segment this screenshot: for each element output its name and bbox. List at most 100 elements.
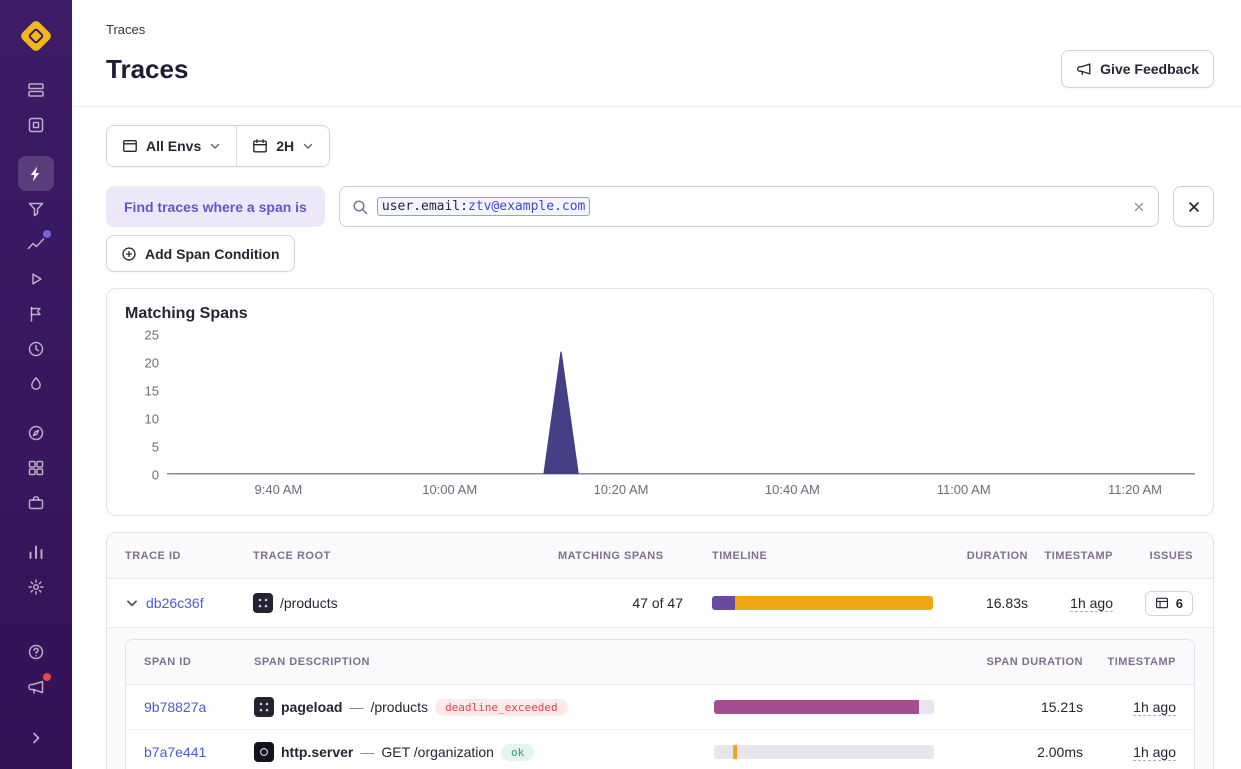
span-op: http.server	[281, 744, 353, 760]
environment-filter[interactable]: All Envs	[107, 126, 236, 166]
explore-traces-icon[interactable]	[18, 156, 54, 191]
find-traces-pill: Find traces where a span is	[106, 186, 325, 227]
archive-icon[interactable]	[18, 485, 54, 520]
separator: —	[349, 699, 363, 715]
span-row: 9b78827a pageload — /products deadline_e…	[126, 685, 1194, 730]
crons-icon[interactable]	[18, 331, 54, 366]
span-timeline-bar	[714, 700, 934, 714]
span-description: /products	[370, 699, 428, 715]
whats-new-alert-dot	[43, 673, 51, 681]
col-duration: DURATION	[933, 550, 1028, 562]
col-span-description: SPAN DESCRIPTION	[254, 656, 714, 668]
chart-x-axis: 9:40 AM10:00 AM10:20 AM10:40 AM11:00 AM1…	[167, 475, 1195, 501]
filter-bar: All Envs 2H	[106, 125, 330, 167]
search-icon	[352, 199, 368, 215]
window-icon	[122, 138, 138, 154]
help-icon[interactable]	[18, 634, 54, 669]
span-timeline-bar	[714, 745, 934, 759]
span-table: SPAN ID SPAN DESCRIPTION SPAN DURATION T…	[125, 639, 1195, 769]
integrations-icon[interactable]	[18, 415, 54, 450]
breadcrumb[interactable]: Traces	[106, 22, 1214, 37]
trace-timestamp[interactable]: 1h ago	[1070, 595, 1113, 612]
date-range-filter-label: 2H	[276, 138, 294, 154]
chart-title: Matching Spans	[125, 305, 1195, 323]
platform-icon	[254, 742, 274, 762]
span-op: pageload	[281, 699, 342, 715]
chevron-down-icon	[209, 140, 221, 152]
plus-circle-icon	[121, 246, 137, 262]
remove-condition-button[interactable]	[1173, 186, 1214, 227]
matching-spans-chart: 0510152025	[125, 335, 1195, 475]
chevron-down-icon	[302, 140, 314, 152]
col-span-duration: SPAN DURATION	[944, 656, 1083, 668]
sentry-logo[interactable]	[18, 18, 54, 54]
date-range-filter[interactable]: 2H	[236, 126, 329, 166]
metrics-icon[interactable]	[18, 226, 54, 261]
chart-area-svg	[167, 335, 1195, 474]
matching-spans-panel: Matching Spans 0510152025 9:40 AM10:00 A…	[106, 288, 1214, 516]
traces-table-header: TRACE ID TRACE ROOT MATCHING SPANS TIMEL…	[107, 533, 1213, 579]
main-content: Traces Traces Give Feedback All Envs	[72, 0, 1241, 769]
col-matching-spans: MATCHING SPANS	[558, 550, 683, 562]
search-token-value: ztv@example.com	[468, 199, 585, 214]
span-status-badge: ok	[501, 744, 534, 761]
platform-icon	[254, 697, 274, 717]
chart-plot-area	[167, 335, 1195, 475]
search-token-key: user.email:	[382, 199, 468, 214]
replays-icon[interactable]	[18, 261, 54, 296]
give-feedback-button[interactable]: Give Feedback	[1061, 50, 1214, 88]
profiling-icon[interactable]	[18, 366, 54, 401]
span-query-row: Find traces where a span is user.email:z…	[106, 186, 1214, 227]
span-status-badge: deadline_exceeded	[435, 699, 568, 716]
issues-icon[interactable]	[18, 72, 54, 107]
settings-icon[interactable]	[18, 569, 54, 604]
add-span-condition-label: Add Span Condition	[145, 246, 280, 262]
matching-spans-count: 47 of 47	[558, 595, 683, 611]
trace-issues-count: 6	[1176, 596, 1183, 611]
collapse-row-chevron-icon[interactable]	[125, 596, 139, 610]
trace-root-name: /products	[280, 595, 338, 611]
span-duration: 2.00ms	[944, 744, 1083, 760]
collapse-sidebar-icon[interactable]	[18, 720, 54, 755]
col-issues: ISSUES	[1113, 550, 1193, 562]
col-span-id: SPAN ID	[144, 656, 254, 668]
span-duration: 15.21s	[944, 699, 1083, 715]
platform-icon	[253, 593, 273, 613]
span-row: b7a7e441 http.server — GET /organization…	[126, 730, 1194, 769]
megaphone-icon	[1076, 61, 1092, 77]
sidebar	[0, 0, 72, 769]
trace-expanded-area: SPAN ID SPAN DESCRIPTION SPAN DURATION T…	[107, 627, 1213, 769]
page-header: Traces Traces Give Feedback	[72, 0, 1241, 107]
span-id-link[interactable]: 9b78827a	[144, 699, 206, 715]
projects-icon[interactable]	[18, 107, 54, 142]
separator: —	[360, 744, 374, 760]
span-search-input[interactable]: user.email:ztv@example.com	[339, 186, 1159, 227]
col-timestamp: TIMESTAMP	[1028, 550, 1113, 562]
dashboards-icon[interactable]	[18, 450, 54, 485]
clear-search-icon[interactable]	[1132, 200, 1146, 214]
span-timestamp[interactable]: 1h ago	[1133, 744, 1176, 761]
trace-id-link[interactable]: db26c36f	[146, 595, 204, 611]
chart-y-axis: 0510152025	[125, 335, 159, 475]
give-feedback-label: Give Feedback	[1100, 61, 1199, 77]
search-token[interactable]: user.email:ztv@example.com	[377, 197, 591, 216]
stats-icon[interactable]	[18, 534, 54, 569]
span-description: GET /organization	[381, 744, 494, 760]
add-span-condition-button[interactable]: Add Span Condition	[106, 235, 295, 272]
trace-row: db26c36f /products 47 of 47 16.83s 1h ag…	[107, 579, 1213, 627]
calendar-icon	[252, 138, 268, 154]
col-span-timestamp: TIMESTAMP	[1083, 656, 1176, 668]
insights-icon[interactable]	[18, 191, 54, 226]
page-title: Traces	[106, 54, 188, 85]
releases-icon[interactable]	[18, 296, 54, 331]
whats-new-icon[interactable]	[18, 669, 54, 704]
panel-icon	[1155, 596, 1169, 610]
trace-issues-button[interactable]: 6	[1145, 591, 1193, 616]
span-id-link[interactable]: b7a7e441	[144, 744, 206, 760]
environment-filter-label: All Envs	[146, 138, 201, 154]
traces-table: TRACE ID TRACE ROOT MATCHING SPANS TIMEL…	[106, 532, 1214, 769]
col-trace-root: TRACE ROOT	[253, 550, 558, 562]
col-trace-id: TRACE ID	[125, 550, 253, 562]
span-timestamp[interactable]: 1h ago	[1133, 699, 1176, 716]
trace-timeline-bar	[712, 596, 933, 610]
